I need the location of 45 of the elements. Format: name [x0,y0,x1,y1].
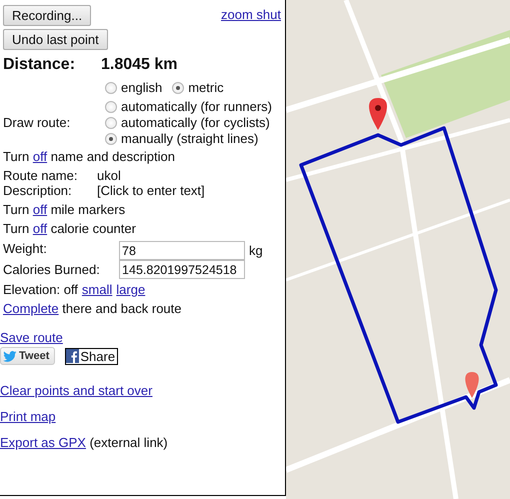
unit-label: kg [248,243,264,258]
elevation-label: Elevation: off [3,282,78,297]
radio-button[interactable] [105,82,117,94]
weight-label: Weight: [3,241,48,256]
share-button[interactable]: Share [65,348,118,364]
field-label: Route name: [3,168,78,183]
draw-route-label: Draw route: [3,115,72,130]
elevation-link[interactable]: large [116,282,146,297]
elevation-link[interactable]: small [82,282,112,297]
complete-text: Complete there and back route [3,301,182,316]
radio-button[interactable] [105,116,117,128]
calorie-toggle-text: Turn off calorie counter [3,221,137,236]
off-link[interactable]: off [32,202,48,217]
name-toggle-text: Turn off name and description [3,149,176,164]
route-option[interactable]: automatically (for runners) [121,99,272,114]
calories-field[interactable]: 145.8201997524518 [119,260,246,279]
mile-toggle-text: Turn off mile markers [3,202,126,217]
clear-link[interactable]: Clear points and start over [0,383,152,398]
save-route-link[interactable]: Save route [0,330,63,345]
off-link[interactable]: off [32,149,48,164]
radio-button[interactable] [105,100,117,112]
bird-icon [3,350,17,362]
route-option[interactable]: manually (straight lines) [121,131,258,146]
complete-link[interactable]: Complete [3,301,59,316]
weight-field[interactable]: 78 [119,241,246,260]
zoom-link[interactable]: zoom shut [221,7,281,22]
undo-button[interactable]: Undo last point [3,29,108,50]
unit-option[interactable]: english [121,80,162,95]
field-label: Description: [3,183,73,198]
radio-button[interactable] [172,82,184,94]
off-link[interactable]: off [32,221,48,236]
facebook-icon [66,349,80,363]
route-option[interactable]: automatically (for cyclists) [121,115,270,130]
field-value[interactable]: ukol [97,168,281,183]
radio-button[interactable] [105,132,117,144]
export-link[interactable]: Export as GPX [0,435,86,450]
export-text: Export as GPX (external link) [0,435,169,450]
unit-option[interactable]: metric [188,80,224,95]
calories-label: Calories Burned: [3,262,101,277]
distance-value: 1.8045 km [101,56,178,74]
distance-label: Distance: [3,56,76,74]
print-link[interactable]: Print map [0,409,56,424]
field-value[interactable]: [Click to enter text] [97,183,281,198]
recording-button[interactable]: Recording... [3,5,92,26]
tweet-button[interactable]: Tweet [0,347,56,365]
